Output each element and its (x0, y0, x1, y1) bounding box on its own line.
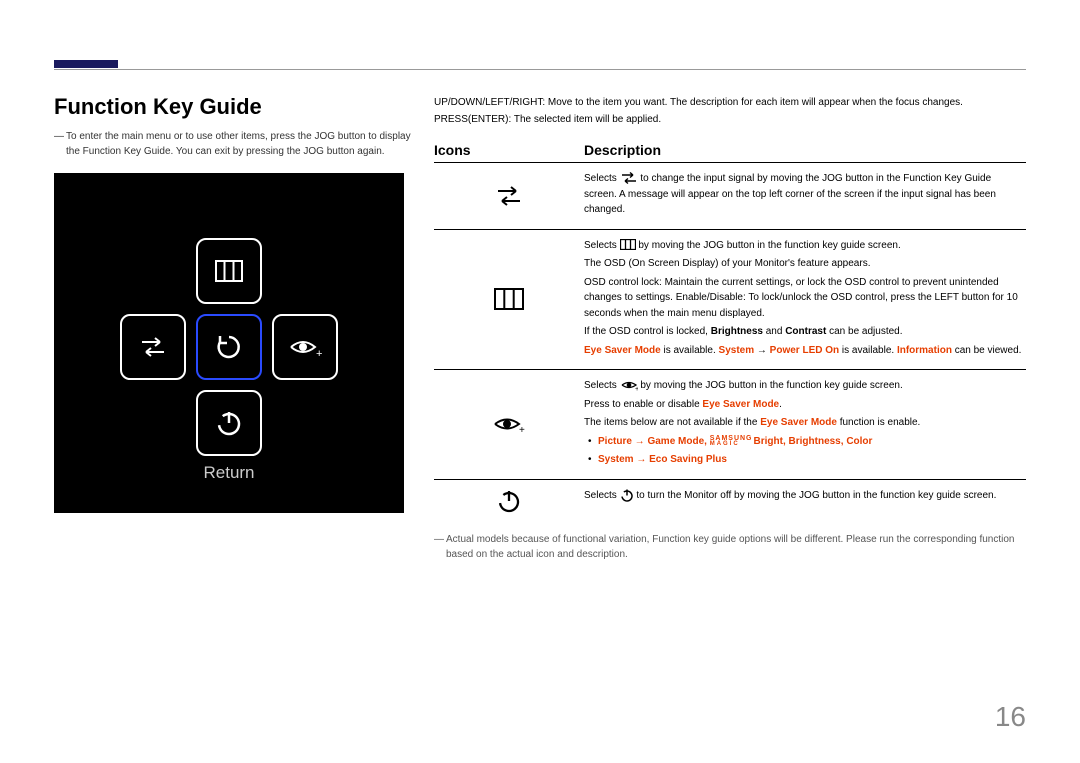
source-icon (138, 334, 168, 360)
dpad-left-source-icon (120, 314, 186, 380)
source-icon (434, 171, 584, 221)
page-content: Function Key Guide To enter the main men… (54, 94, 1026, 562)
return-icon (214, 332, 244, 362)
svg-text:+: + (519, 425, 525, 435)
osd-screenshot: + Return (54, 173, 404, 513)
dpad-layout: + (120, 238, 338, 456)
table-header: Icons Description (434, 142, 1026, 158)
row-eye-desc: Selects + by moving the JOG button in th… (584, 378, 1026, 471)
eye-saver-icon: + (434, 378, 584, 471)
row-source-desc: Selects to change the input signal by mo… (584, 171, 1026, 221)
left-column: Function Key Guide To enter the main men… (54, 94, 434, 562)
page-number: 16 (995, 701, 1026, 733)
dpad-up-menu-icon (196, 238, 262, 304)
table-row: + Selects + by moving the JOG button in … (434, 369, 1026, 479)
table-row: Selects to change the input signal by mo… (434, 162, 1026, 229)
table-row: Selects to turn the Monitor off by movin… (434, 479, 1026, 522)
row-menu-desc: Selects by moving the JOG button in the … (584, 238, 1026, 362)
row-power-desc: Selects to turn the Monitor off by movin… (584, 488, 1026, 514)
eye-saver-icon: + (288, 335, 322, 359)
menu-icon (215, 260, 243, 282)
dpad-down-power-icon (196, 390, 262, 456)
svg-text:+: + (316, 348, 322, 359)
col-header-description: Description (584, 142, 1026, 158)
power-icon (215, 409, 243, 437)
power-icon (434, 488, 584, 514)
page-title: Function Key Guide (54, 94, 414, 120)
right-column: UP/DOWN/LEFT/RIGHT: Move to the item you… (434, 94, 1026, 562)
menu-icon (434, 238, 584, 362)
table-row: Selects by moving the JOG button in the … (434, 229, 1026, 370)
intro-note: To enter the main menu or to use other i… (54, 130, 414, 159)
header-accent (54, 60, 118, 68)
dpad-right-eye-icon: + (272, 314, 338, 380)
dpad-center-return-icon (196, 314, 262, 380)
osd-caption: Return (54, 463, 404, 483)
col-header-icons: Icons (434, 142, 584, 158)
header-rule (54, 60, 1026, 70)
footnote: Actual models because of functional vari… (434, 532, 1026, 562)
intro-text: UP/DOWN/LEFT/RIGHT: Move to the item you… (434, 94, 1026, 128)
